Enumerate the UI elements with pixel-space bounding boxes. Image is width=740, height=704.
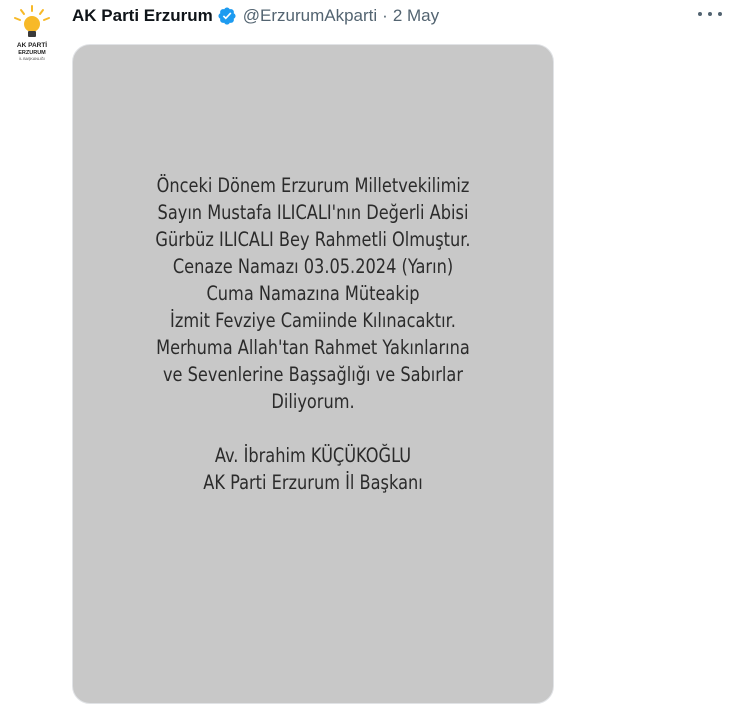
notice-line: İzmit Fevziye Camiinde Kılınacaktır. [170,309,456,332]
avatar-city-text: ERZURUM [18,50,46,56]
notice-line: Önceki Dönem Erzurum Milletvekilimiz [156,174,470,197]
signature-name: Av. İbrahim KÜÇÜKOĞLU [214,444,412,467]
notice-line: Cuma Namazına Müteakip [206,282,420,305]
notice-line: Cenaze Namazı 03.05.2024 (Yarın) [172,255,454,278]
notice-line: Gürbüz ILICALI Bey Rahmetli Olmuştur. [155,228,471,251]
notice-line: Merhuma Allah'tan Rahmet Yakınlarına [156,336,470,359]
more-options-icon[interactable] [698,6,722,22]
tweet-header: AK Parti Erzurum @ErzurumAkparti · 2 May [72,4,439,28]
notice-line: Sayın Mustafa ILICALI'nın Değerli Abisi [157,201,469,224]
verified-badge-icon [217,6,237,26]
author-name[interactable]: AK Parti Erzurum [72,6,213,26]
notice-text: Önceki Dönem Erzurum Milletvekilimiz Say… [113,172,513,496]
notice-spacer [113,415,513,442]
notice-line: Diliyorum. [271,390,355,413]
signature-title: AK Parti Erzurum İl Başkanı [203,471,423,494]
avatar-party-text: AK PARTİ [17,41,47,49]
avatar-office-text: İL BAŞKANLIĞI [19,56,44,61]
notice-line: ve Sevenlerine Başsağlığı ve Sabırlar [162,363,464,386]
author-handle[interactable]: @ErzurumAkparti [243,6,377,26]
separator-dot: · [382,6,388,25]
akparti-bulb-logo-icon: AK PARTİ ERZURUM İL BAŞKANLIĞI [14,5,50,61]
tweet-date[interactable]: 2 May [393,6,439,26]
avatar[interactable]: AK PARTİ ERZURUM İL BAŞKANLIĞI [10,4,54,68]
